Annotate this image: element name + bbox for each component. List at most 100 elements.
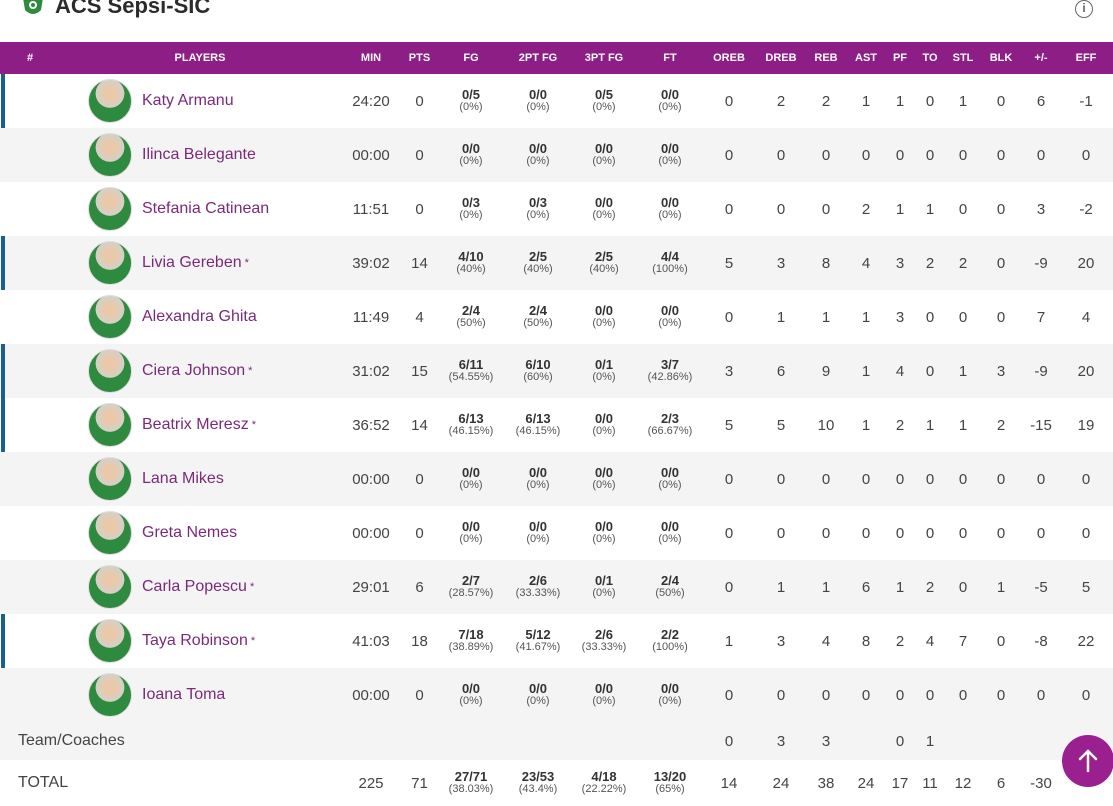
player-name-link[interactable]: Beatrix Meresz (142, 416, 249, 434)
player-name-link[interactable]: Katy Armanu (142, 92, 234, 110)
fg-cell: 7/18 (38.89%) (437, 614, 505, 668)
fg3-cell: 0/0 (0%) (571, 398, 637, 452)
fg2-cell: 0/0 (0%) (505, 506, 571, 560)
table-row: Stefania Catinean 11:51 0 0/3 (0%) 0/3 (0%) 0/0… (0, 182, 1113, 236)
shot-made: 2/5 (528, 249, 548, 264)
shot-made: 0/1 (594, 573, 614, 588)
player-avatar[interactable] (88, 511, 132, 555)
column-header-oreb[interactable]: OREB (703, 42, 755, 74)
table-row: Ciera Johnson * 31:02 15 6/11 (54.55%) 6/10 (60… (0, 344, 1113, 398)
shot-made: 0/5 (594, 87, 614, 102)
points-cell: 0 (415, 470, 424, 488)
shot-percentage: (0%) (592, 317, 616, 329)
stl-cell: 0 (958, 200, 968, 218)
player-cell: Livia Gereben * (60, 236, 340, 290)
player-name-link[interactable]: Ioana Toma (142, 686, 225, 704)
minutes-cell: 11:49 (352, 308, 390, 326)
pf-cell: 0 (895, 732, 905, 750)
column-header-to[interactable]: TO (913, 42, 947, 74)
player-avatar[interactable] (88, 565, 132, 609)
stl-cell: 2 (958, 254, 968, 272)
shot-made: 6/11 (458, 357, 484, 372)
shot-made: 2/7 (461, 573, 481, 588)
reb-cell: 2 (821, 92, 831, 110)
column-header-reb[interactable]: REB (807, 42, 845, 74)
shot-made: 13/20 (653, 769, 687, 784)
dreb-cell: 5 (776, 416, 786, 434)
fg3-cell: 0/0 (0%) (571, 290, 637, 344)
player-number (0, 452, 60, 506)
starter-star: * (249, 581, 255, 593)
column-header-ast[interactable]: AST (845, 42, 887, 74)
eff-cell: 0 (1081, 470, 1091, 488)
player-name-link[interactable]: Livia Gereben (142, 254, 242, 272)
reb-cell: 3 (821, 732, 831, 750)
player-avatar[interactable] (88, 349, 132, 393)
to-cell: 0 (925, 362, 935, 380)
pm-cell: -30 (1030, 774, 1052, 792)
arrow-up-icon (1078, 749, 1098, 773)
shot-percentage: (22.22%) (581, 783, 627, 795)
reb-cell: 0 (821, 200, 831, 218)
dreb-cell: 6 (776, 362, 786, 380)
minutes-cell: 00:00 (352, 686, 390, 704)
shot-made: 0/0 (594, 681, 614, 696)
player-avatar[interactable] (88, 79, 132, 123)
column-header-pf[interactable]: PF (887, 42, 913, 74)
column-header-pts[interactable]: PTS (402, 42, 437, 74)
player-avatar[interactable] (88, 673, 132, 717)
player-name-link[interactable]: Stefania Catinean (142, 200, 269, 218)
column-header-fg[interactable]: FG (437, 42, 505, 74)
shot-made: 0/0 (528, 519, 548, 534)
shot-percentage: (28.57%) (448, 587, 494, 599)
shot-percentage: (42.86%) (647, 371, 693, 383)
column-header-players[interactable]: PLAYERS (60, 42, 340, 74)
player-avatar[interactable] (88, 187, 132, 231)
shot-made: 0/0 (594, 303, 614, 318)
player-name-link[interactable]: Ciera Johnson (142, 362, 245, 380)
player-avatar[interactable] (88, 295, 132, 339)
column-header-3pt-fg[interactable]: 3PT FG (571, 42, 637, 74)
shot-percentage: (33.33%) (581, 641, 627, 653)
column-header-plus-minus[interactable]: +/- (1023, 42, 1059, 74)
blk-cell: 6 (996, 774, 1006, 792)
column-header-ft[interactable]: FT (637, 42, 703, 74)
column-header-blk[interactable]: BLK (979, 42, 1023, 74)
player-avatar[interactable] (88, 619, 132, 663)
reb-cell: 8 (821, 254, 831, 272)
points-cell: 15 (411, 362, 428, 380)
player-name-link[interactable]: Alexandra Ghita (142, 308, 257, 326)
player-avatar[interactable] (88, 403, 132, 447)
shot-percentage: (43.4%) (518, 783, 558, 795)
player-name-link[interactable]: Carla Popescu (142, 578, 247, 596)
player-avatar[interactable] (88, 457, 132, 501)
to-cell: 0 (925, 308, 935, 326)
minutes-cell: 00:00 (352, 146, 390, 164)
player-name-link[interactable]: Greta Nemes (142, 524, 237, 542)
dreb-cell: 0 (776, 470, 786, 488)
shot-percentage: (0%) (592, 155, 616, 167)
shot-percentage: (0%) (459, 479, 483, 491)
player-name-link[interactable]: Ilinca Belegante (142, 146, 256, 164)
player-cell: Alexandra Ghita (60, 290, 340, 344)
column-header-dreb[interactable]: DREB (755, 42, 807, 74)
oreb-cell: 0 (724, 470, 734, 488)
column-header-2pt-fg[interactable]: 2PT FG (505, 42, 571, 74)
player-name-link[interactable]: Taya Robinson (142, 632, 248, 650)
scroll-top-button[interactable] (1062, 735, 1113, 787)
shot-made: 2/2 (660, 627, 680, 642)
pm-cell: 0 (1036, 146, 1046, 164)
shot-percentage: (0%) (658, 209, 682, 221)
stl-cell: 0 (958, 578, 968, 596)
table-row: Lana Mikes 00:00 0 0/0 (0%) 0/0 (0%) 0/0 (0%) 0/0… (0, 452, 1113, 506)
reb-cell: 38 (817, 774, 835, 792)
info-icon[interactable]: i (1075, 0, 1093, 18)
shot-percentage: (60%) (523, 371, 553, 383)
player-name-link[interactable]: Lana Mikes (142, 470, 224, 488)
column-header-eff[interactable]: EFF (1059, 42, 1113, 74)
player-avatar[interactable] (88, 241, 132, 285)
column-header-number[interactable]: # (0, 42, 60, 74)
column-header-stl[interactable]: STL (947, 42, 979, 74)
player-avatar[interactable] (88, 133, 132, 177)
column-header-min[interactable]: MIN (340, 42, 402, 74)
